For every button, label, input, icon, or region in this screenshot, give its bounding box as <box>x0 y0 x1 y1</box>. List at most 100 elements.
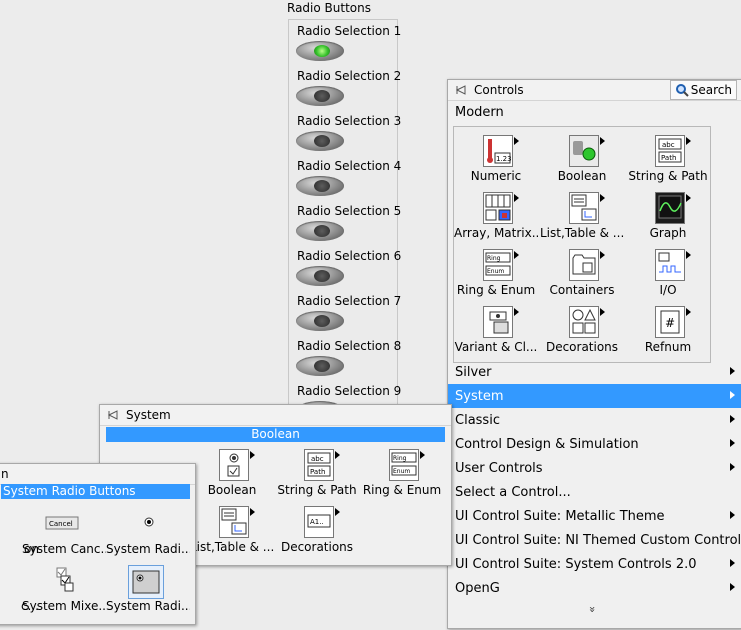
tile-list-table[interactable]: List,Table & ... <box>540 188 624 245</box>
search-button[interactable]: Search <box>669 80 737 100</box>
selected-subcategory-band[interactable]: Boolean <box>106 427 445 442</box>
category-label: System <box>455 388 504 404</box>
tile-system-cancel[interactable]: Cancel System Canc... <box>22 504 106 561</box>
radio-buttons-icon <box>128 565 164 599</box>
svg-text:#: # <box>665 316 675 330</box>
tile-label: Ring & Enum <box>362 483 442 497</box>
tile-decorations[interactable]: A1.. Decorations <box>275 502 359 559</box>
category-system-controls-2[interactable]: UI Control Suite: System Controls 2.0 <box>448 552 741 576</box>
category-label: User Controls <box>455 460 543 476</box>
tile-list-table[interactable]: List,Table & ... <box>190 502 274 559</box>
radio-item-5[interactable]: Radio Selection 5 <box>289 200 401 245</box>
radio-item-2[interactable]: Radio Selection 2 <box>289 65 401 110</box>
tile-refnum[interactable]: # Refnum <box>626 302 710 359</box>
tile-containers[interactable]: Containers <box>540 245 624 302</box>
system-palette-header: System <box>100 405 451 426</box>
radio-item-3[interactable]: Radio Selection 3 <box>289 110 401 155</box>
radio-led-icon[interactable] <box>296 41 344 61</box>
tile-array-matrix[interactable]: Array, Matrix... <box>454 188 538 245</box>
ring-enum-icon: Ring Enum <box>483 249 513 281</box>
svg-text:abc: abc <box>662 141 675 149</box>
radio-item-7[interactable]: Radio Selection 7 <box>289 290 401 335</box>
radio-label: Radio Selection 7 <box>297 294 402 308</box>
category-label: Select a Control... <box>455 484 571 500</box>
array-matrix-icon <box>483 192 513 224</box>
radio-label: Radio Selection 2 <box>297 69 402 83</box>
tile-string-path[interactable]: abc Path String & Path <box>626 131 710 188</box>
tile-label: Containers <box>549 283 615 297</box>
controls-palette-header: Controls Search <box>448 80 741 101</box>
chevron-right-icon <box>730 439 735 447</box>
tile-graph[interactable]: Graph <box>626 188 710 245</box>
radio-group-title: Radio Buttons <box>287 1 371 15</box>
category-modern[interactable]: Modern <box>448 100 741 124</box>
tile-variant-class[interactable]: Variant & Cl... <box>454 302 538 359</box>
decorations-icon: A1.. <box>304 506 334 538</box>
radio-item-6[interactable]: Radio Selection 6 <box>289 245 401 290</box>
svg-text:Enum: Enum <box>393 468 410 475</box>
system-radio-palette-title: n <box>1 467 9 481</box>
ring-enum-icon: Ring Enum <box>389 449 419 481</box>
radio-led-icon[interactable] <box>296 311 344 331</box>
svg-text:A1..: A1.. <box>310 518 324 526</box>
tile-label: String & Path <box>628 169 708 183</box>
checkbox-icon <box>0 565 12 595</box>
radio-led-icon[interactable] <box>296 176 344 196</box>
graph-icon <box>655 192 685 224</box>
radio-led-icon[interactable] <box>296 356 344 376</box>
category-classic[interactable]: Classic <box>448 408 741 432</box>
radio-label: Radio Selection 3 <box>297 114 402 128</box>
tile-label: System Mixe... <box>22 599 106 613</box>
radio-led-icon[interactable] <box>296 221 344 241</box>
pin-icon[interactable] <box>106 408 120 422</box>
category-system[interactable]: System <box>448 384 741 408</box>
svg-text:Path: Path <box>661 154 676 162</box>
category-silver[interactable]: Silver <box>448 360 741 384</box>
pin-icon[interactable] <box>454 83 468 97</box>
modern-controls-grid: 1.23 Numeric Boolean abc Path String & Pa… <box>453 126 711 363</box>
radio-item-4[interactable]: Radio Selection 4 <box>289 155 401 200</box>
tile-ring-enum[interactable]: Ring Enum Ring & Enum <box>360 445 444 502</box>
tile-label: I/O <box>659 283 677 297</box>
tile-system-radio[interactable]: System Radi... <box>106 504 190 561</box>
svg-text:Ring: Ring <box>393 455 407 462</box>
chevron-right-icon <box>730 367 735 375</box>
category-label: Modern <box>455 104 504 120</box>
radio-label: Radio Selection 8 <box>297 339 402 353</box>
selected-subcategory-band[interactable]: System Radio Buttons <box>1 484 190 499</box>
radio-led-icon[interactable] <box>296 266 344 286</box>
svg-text:abc: abc <box>311 455 324 463</box>
tile-boolean[interactable]: Boolean <box>190 445 274 502</box>
radio-item-8[interactable]: Radio Selection 8 <box>289 335 401 380</box>
radio-led-icon[interactable] <box>296 86 344 106</box>
boolean-icon <box>569 135 599 167</box>
tile-decorations[interactable]: Decorations <box>540 302 624 359</box>
category-select-control[interactable]: Select a Control... <box>448 480 741 504</box>
tile-label: Decorations <box>545 340 619 354</box>
tile-label: System Radi... <box>106 599 190 613</box>
category-user-controls[interactable]: User Controls <box>448 456 741 480</box>
category-metallic-theme[interactable]: UI Control Suite: Metallic Theme <box>448 504 741 528</box>
refnum-icon: # <box>655 306 685 338</box>
category-ni-themed[interactable]: UI Control Suite: NI Themed Custom Contr… <box>448 528 741 552</box>
tile-label: Ring & Enum <box>456 283 536 297</box>
category-openg[interactable]: OpenG <box>448 576 741 600</box>
chevron-right-icon <box>730 511 735 519</box>
category-label: UI Control Suite: Metallic Theme <box>455 508 665 524</box>
tile-boolean[interactable]: Boolean <box>540 131 624 188</box>
tile-numeric[interactable]: 1.23 Numeric <box>454 131 538 188</box>
tile-io[interactable]: I/O <box>626 245 710 302</box>
tile-label: System Canc... <box>22 542 106 556</box>
category-control-design[interactable]: Control Design & Simulation <box>448 432 741 456</box>
tile-ring-enum[interactable]: Ring Enum Ring & Enum <box>454 245 538 302</box>
io-icon <box>655 249 685 281</box>
more-chevron-icon[interactable]: » <box>586 606 599 613</box>
tile-string-path[interactable]: abc Path String & Path <box>275 445 359 502</box>
search-label: Search <box>690 83 732 97</box>
button-icon <box>0 508 12 538</box>
tile-system-mixed[interactable]: System Mixe... <box>22 561 106 618</box>
tile-system-radio-buttons[interactable]: System Radi... <box>106 561 190 618</box>
radio-item-1[interactable]: Radio Selection 1 <box>289 20 401 65</box>
radio-led-icon[interactable] <box>296 131 344 151</box>
controls-palette-title: Controls <box>474 83 524 97</box>
